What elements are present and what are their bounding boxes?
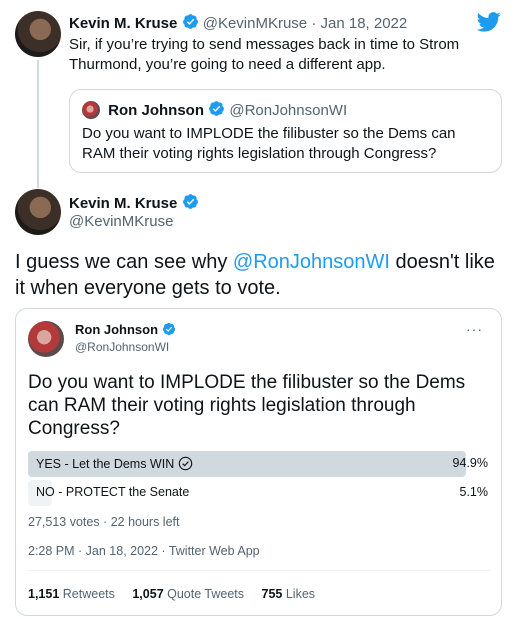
embedded-author-name[interactable]: Ron Johnson <box>75 322 158 337</box>
thread-connector-line <box>37 60 39 188</box>
embedded-avatar[interactable] <box>28 321 64 357</box>
divider <box>28 570 490 571</box>
engagement-stats: 1,151 Retweets 1,057 Quote Tweets 755 Li… <box>28 587 329 601</box>
poll-option: NO - PROTECT the Senate 5.1% <box>28 480 490 506</box>
poll-option-label: YES - Let the Dems WIN <box>36 456 193 471</box>
author-name[interactable]: Kevin M. Kruse <box>69 195 177 212</box>
author-handle[interactable]: @KevinMKruse <box>203 15 307 32</box>
quoted-author-handle: @RonJohnsonWI <box>229 102 348 119</box>
verified-badge-icon <box>182 194 198 209</box>
quoted-tweet-text: Do you want to IMPLODE the filibuster so… <box>82 125 456 162</box>
separator-dot: · <box>311 15 317 32</box>
author-name-row: Kevin M. Kruse <box>69 193 199 212</box>
avatar[interactable] <box>15 11 61 57</box>
tweet-text: Sir, if you’re trying to send messages b… <box>69 36 460 73</box>
verified-badge-icon <box>209 101 225 116</box>
poll-option: YES - Let the Dems WIN 94.9% <box>28 451 490 477</box>
poll-meta: 27,513 votes · 22 hours left <box>28 515 180 529</box>
poll-option-percent: 94.9% <box>452 456 488 470</box>
author-handle[interactable]: @KevinMKruse <box>69 213 173 230</box>
author-name[interactable]: Kevin M. Kruse <box>69 15 177 32</box>
more-options-icon[interactable]: ··· <box>466 321 483 337</box>
mention-link[interactable]: @RonJohnsonWI <box>233 251 390 273</box>
tweet-header: Kevin M. Kruse @KevinMKruse · Jan 18, 20… <box>69 13 407 32</box>
embedded-author-handle[interactable]: @RonJohnsonWI <box>75 340 169 354</box>
quoted-author-name: Ron Johnson <box>108 102 204 119</box>
avatar[interactable] <box>15 189 61 235</box>
verified-badge-icon <box>182 14 198 29</box>
likes-stat[interactable]: 755 Likes <box>262 587 316 601</box>
verified-badge-icon <box>162 322 175 336</box>
embedded-tweet-card[interactable]: Ron Johnson @RonJohnsonWI ··· Do you wan… <box>15 308 502 616</box>
poll-question-text: Do you want to IMPLODE the filibuster so… <box>28 372 466 439</box>
tweet-date[interactable]: Jan 18, 2022 <box>321 15 408 32</box>
twitter-logo-icon[interactable] <box>477 12 501 32</box>
poll-option-percent: 5.1% <box>459 485 489 499</box>
poll-option-label: NO - PROTECT the Senate <box>36 485 190 499</box>
tweet-text-before: I guess we can see why <box>15 251 233 273</box>
quoted-tweet-header: Ron Johnson @RonJohnsonWI <box>82 100 347 119</box>
quote-tweets-stat[interactable]: 1,057 Quote Tweets <box>132 587 244 601</box>
retweets-stat[interactable]: 1,151 Retweets <box>28 587 115 601</box>
embedded-author-name-row: Ron Johnson <box>75 322 176 337</box>
check-circle-icon <box>178 456 193 471</box>
quoted-avatar <box>82 101 100 119</box>
tweet-timestamp[interactable]: 2:28 PM · Jan 18, 2022 · Twitter Web App <box>28 544 260 558</box>
tweet-text: I guess we can see why @RonJohnsonWI doe… <box>15 249 510 301</box>
quoted-tweet-card[interactable]: Ron Johnson @RonJohnsonWI Do you want to… <box>69 89 502 173</box>
